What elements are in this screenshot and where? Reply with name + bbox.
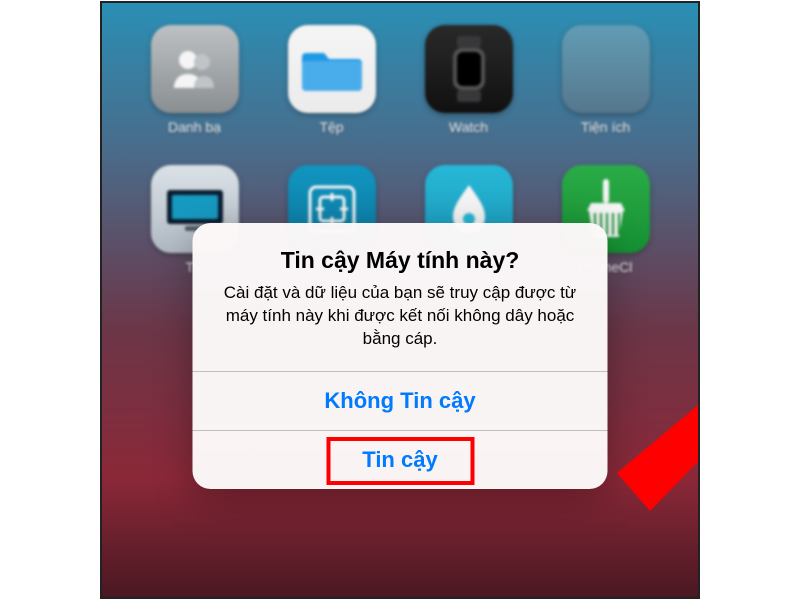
dont-trust-button[interactable]: Không Tin cậy [193,372,608,430]
ios-homescreen: Danh bạ Tệp Watch [100,1,700,599]
app-files[interactable]: Tệp [277,25,387,135]
app-watch[interactable]: Watch [414,25,524,135]
app-utilities-folder[interactable]: Tiện ích [551,25,661,135]
app-label: Danh bạ [168,119,221,135]
app-row-1: Danh bạ Tệp Watch [102,3,698,135]
dialog-body: Tin cậy Máy tính này? Cài đặt và dữ liệu… [193,223,608,371]
trust-button-label: Tin cậy [362,447,437,472]
annotation-arrow-icon [597,353,700,523]
app-contacts[interactable]: Danh bạ [140,25,250,135]
watch-icon [425,25,513,113]
contacts-icon [151,25,239,113]
files-icon [288,25,376,113]
dialog-title: Tin cậy Máy tính này? [215,247,586,274]
dialog-message: Cài đặt và dữ liệu của bạn sẽ truy cập đ… [215,282,586,351]
trust-computer-dialog: Tin cậy Máy tính này? Cài đặt và dữ liệu… [193,223,608,489]
utilities-folder-icon [562,25,650,113]
app-label: Watch [449,119,488,135]
app-label: Tệp [319,119,343,135]
app-label: Tiện ích [581,119,630,135]
trust-button[interactable]: Tin cậy [193,431,608,489]
